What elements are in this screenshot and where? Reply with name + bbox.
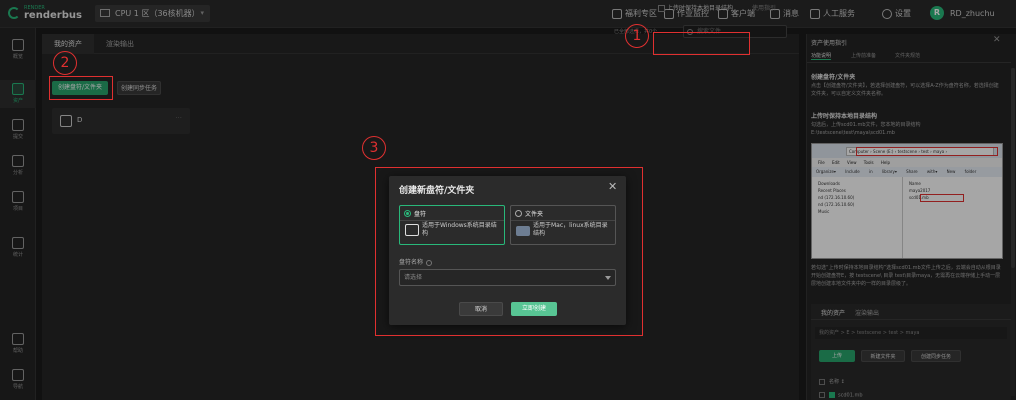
annotation-box-3	[375, 167, 643, 336]
annotation-box-1	[653, 32, 750, 55]
annotation-number-3: 3	[362, 136, 386, 160]
annotation-number-2: 2	[53, 51, 77, 75]
annotation-box-2	[49, 76, 113, 100]
annotation-number-1: 1	[625, 24, 649, 48]
